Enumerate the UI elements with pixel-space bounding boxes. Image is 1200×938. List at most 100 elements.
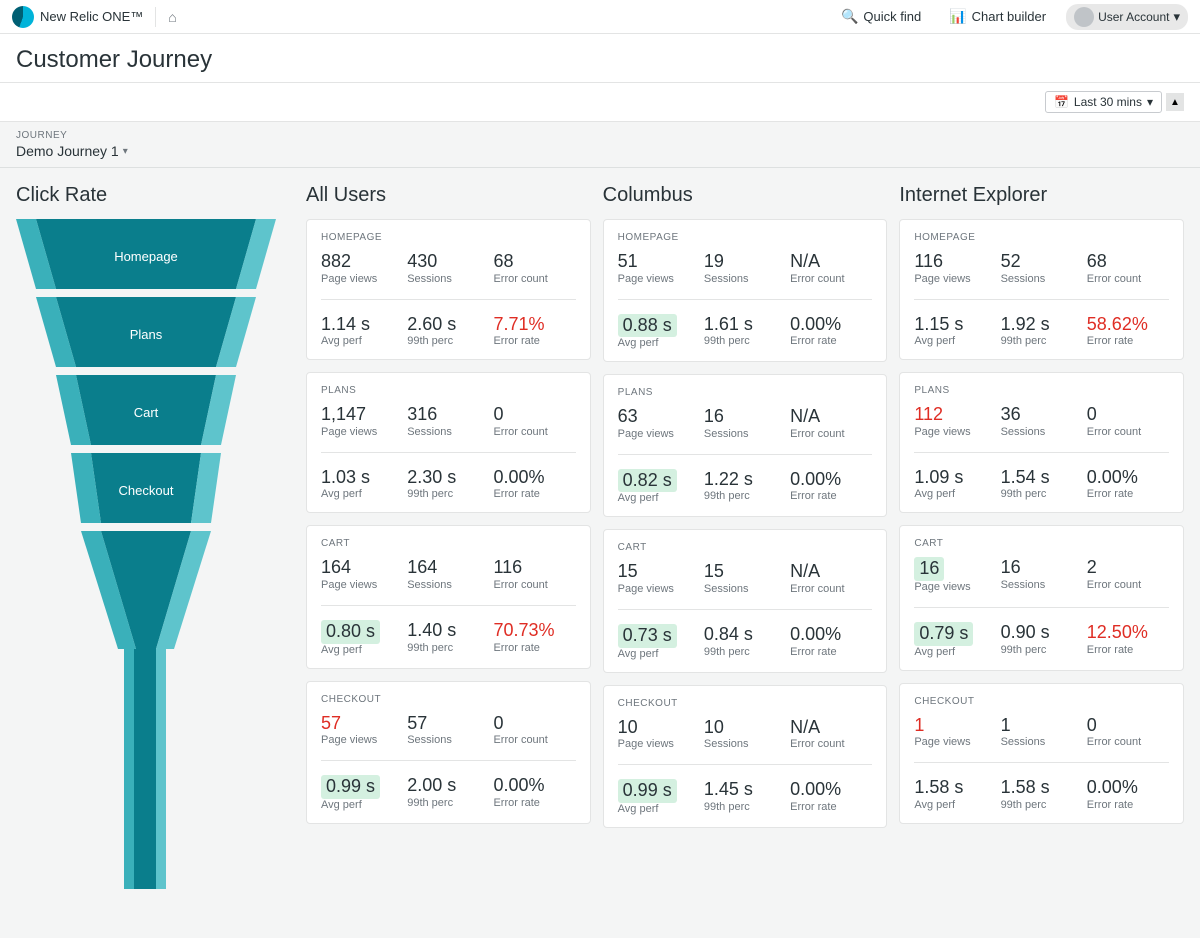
metric-label: 99th perc: [704, 490, 786, 502]
metric-divider: [618, 299, 873, 300]
metric-value: 10: [618, 717, 700, 739]
journey-chevron-icon: ▾: [123, 146, 128, 157]
metric-cell: 70.73%Error rate: [493, 620, 575, 656]
quick-find-button[interactable]: 🔍 Quick find: [833, 4, 929, 29]
metric-cell: 57Sessions: [407, 713, 489, 747]
metric-cell: 15Page views: [618, 561, 700, 595]
metric-label: Error rate: [493, 797, 575, 809]
metrics-grid: 1,147Page views316Sessions0Error count1.…: [321, 404, 576, 500]
metric-value: 1.40 s: [407, 620, 489, 642]
metric-cell: 16Sessions: [704, 406, 786, 440]
metric-label: Page views: [914, 736, 996, 748]
metric-divider: [914, 762, 1169, 763]
metrics-grid: 63Page views16SessionsN/AError count0.82…: [618, 406, 873, 504]
metric-value: 2.00 s: [407, 775, 489, 797]
metric-cell: 68Error count: [493, 251, 575, 285]
metric-label: Sessions: [1001, 579, 1083, 591]
metric-value: 12.50%: [1087, 622, 1169, 644]
metric-label: Error count: [790, 738, 872, 750]
metric-label: Sessions: [1001, 273, 1083, 285]
metric-cell: 0.00%Error rate: [1087, 777, 1169, 811]
metric-cell: 882Page views: [321, 251, 403, 285]
section-card-0-0: HOMEPAGE882Page views430Sessions68Error …: [306, 219, 591, 360]
metric-cell: N/AError count: [790, 251, 872, 285]
metrics-grid: 51Page views19SessionsN/AError count0.88…: [618, 251, 873, 349]
section-name: PLANS: [914, 385, 1169, 396]
section-card-0-3: CHECKOUT57Page views57Sessions0Error cou…: [306, 681, 591, 824]
metric-divider: [618, 609, 873, 610]
metric-value: 0.00%: [1087, 777, 1169, 799]
metric-label: Error rate: [790, 335, 872, 347]
journey-name: Demo Journey 1: [16, 143, 119, 159]
metric-value: N/A: [790, 717, 872, 739]
metric-cell: 0.80 sAvg perf: [321, 620, 403, 656]
metric-value: 0.00%: [1087, 467, 1169, 489]
section-name: CHECKOUT: [321, 694, 576, 705]
metric-label: Error count: [1087, 579, 1169, 591]
metric-label: Error count: [493, 579, 575, 591]
metric-label: Page views: [321, 734, 403, 746]
metric-divider: [914, 452, 1169, 453]
metric-cell: 1.58 s99th perc: [1001, 777, 1083, 811]
avatar: [1074, 7, 1094, 27]
metric-label: Avg perf: [914, 646, 996, 658]
section-card-1-0: HOMEPAGE 51Page views19SessionsN/AError c…: [603, 219, 888, 362]
column-title-0: All Users: [306, 184, 591, 207]
metric-label: Avg perf: [914, 799, 996, 811]
metric-cell: 0Error count: [493, 404, 575, 438]
metric-cell: 58.62%Error rate: [1087, 314, 1169, 348]
metric-cell: 116Page views: [914, 251, 996, 285]
metric-cell: 0Error count: [493, 713, 575, 747]
chart-builder-button[interactable]: 📊 Chart builder: [941, 4, 1054, 29]
metric-cell: 0.00%Error rate: [1087, 467, 1169, 501]
metric-cell: 0.79 sAvg perf: [914, 622, 996, 658]
metric-cell: N/AError count: [790, 406, 872, 440]
journey-bar: JOURNEY Demo Journey 1 ▾: [0, 122, 1200, 168]
time-control: 📅 Last 30 mins ▾ ▲: [0, 83, 1200, 122]
metric-cell: 0.00%Error rate: [493, 775, 575, 811]
metric-label: 99th perc: [1001, 488, 1083, 500]
logo[interactable]: New Relic ONE™: [12, 6, 143, 28]
user-name: User Account: [1098, 10, 1169, 24]
section-card-0-1: PLANS1,147Page views316Sessions0Error co…: [306, 372, 591, 513]
journey-selector[interactable]: Demo Journey 1 ▾: [16, 143, 1184, 159]
metric-cell: N/AError count: [790, 561, 872, 595]
metric-cell: 1.61 s99th perc: [704, 314, 786, 350]
user-account[interactable]: User Account ▾: [1066, 4, 1188, 30]
metric-divider: [321, 299, 576, 300]
metric-value: 16: [914, 557, 944, 581]
nav-divider: [155, 7, 156, 27]
metric-cell: 1Page views: [914, 715, 996, 749]
metric-cell: 63Page views: [618, 406, 700, 440]
metrics-grid: 16Page views16Sessions2Error count0.79 s…: [914, 557, 1169, 657]
metric-value: 882: [321, 251, 403, 273]
metric-cell: 12.50%Error rate: [1087, 622, 1169, 658]
section-name: HOMEPAGE: [618, 232, 873, 243]
metric-cell: 1.22 s99th perc: [704, 469, 786, 505]
metric-label: Error rate: [493, 642, 575, 654]
section-name: HOMEPAGE: [914, 232, 1169, 243]
metric-cell: 10Sessions: [704, 717, 786, 751]
metric-cell: 2.60 s99th perc: [407, 314, 489, 348]
metric-cell: 16Page views: [914, 557, 996, 593]
metric-label: Avg perf: [618, 648, 700, 660]
scroll-up-button[interactable]: ▲: [1166, 93, 1184, 111]
column-2: Internet ExplorerHOMEPAGE116Page views52…: [899, 184, 1184, 922]
metrics-grid: 116Page views52Sessions68Error count1.15…: [914, 251, 1169, 347]
time-range-button[interactable]: 📅 Last 30 mins ▾: [1045, 91, 1162, 113]
metric-label: Sessions: [1001, 736, 1083, 748]
metric-label: Avg perf: [618, 803, 700, 815]
section-card-2-3: CHECKOUT1Page views1Sessions0Error count…: [899, 683, 1184, 824]
main-content: Click Rate Homepage Plans Cart Checkout: [0, 168, 1200, 938]
metric-value: 116: [493, 557, 575, 579]
metric-label: Page views: [618, 273, 700, 285]
metric-value: 0.99 s: [321, 775, 380, 799]
metric-cell: 0.73 sAvg perf: [618, 624, 700, 660]
home-icon[interactable]: ⌂: [168, 9, 176, 25]
section-card-0-2: CART164Page views164Sessions116Error cou…: [306, 525, 591, 668]
funnel-chart: Homepage Plans Cart Checkout: [16, 219, 276, 919]
metric-cell: 36Sessions: [1001, 404, 1083, 438]
funnel-section: Click Rate Homepage Plans Cart Checkout: [16, 184, 306, 922]
metric-value: 16: [1001, 557, 1083, 579]
metric-label: Sessions: [704, 428, 786, 440]
